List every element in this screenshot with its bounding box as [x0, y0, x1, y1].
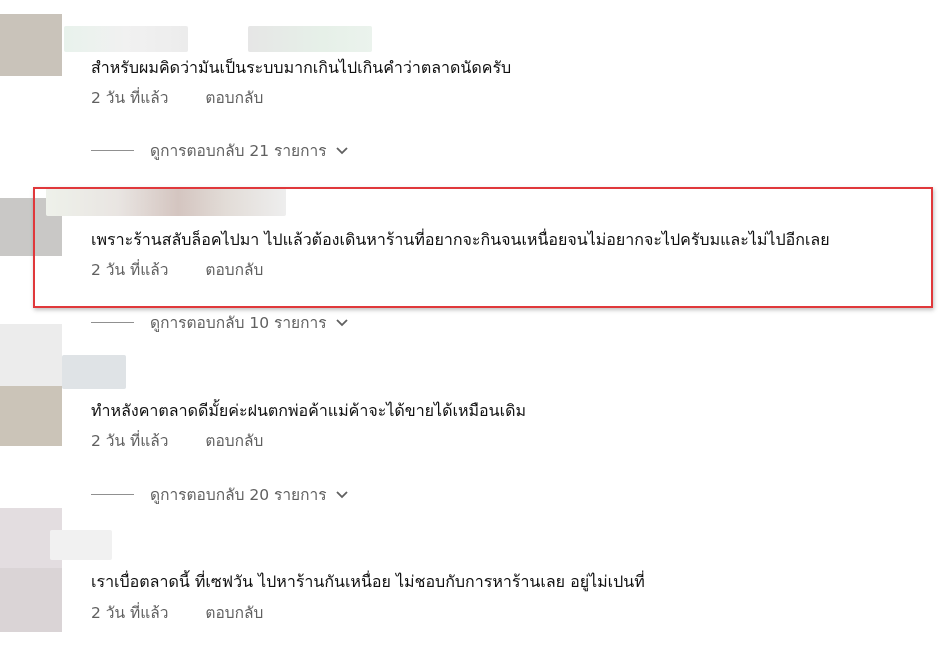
- author-name-blurred[interactable]: [64, 26, 188, 52]
- replies-divider: [91, 321, 134, 323]
- chevron-down-icon: [335, 319, 348, 327]
- view-replies-button[interactable]: ดูการตอบกลับ 10 รายการ: [91, 311, 349, 333]
- reply-button[interactable]: ตอบกลับ: [205, 88, 263, 108]
- comment-text: ทำหลังคาตลาดดีมั้ยค่ะฝนตกพ่อค้าแม่ค้าจะไ…: [91, 401, 526, 420]
- comment-meta: 2 วัน ที่แล้ว ตอบกลับ: [91, 431, 263, 451]
- view-replies-button[interactable]: ดูการตอบกลับ 20 รายการ: [91, 483, 349, 505]
- comment-time: 2 วัน ที่แล้ว: [91, 89, 169, 107]
- author-name-blurred-2: [248, 26, 372, 52]
- comment-text: เราเบื่อตลาดนี้ ที่เซฟวัน ไปหาร้านกันเหน…: [91, 572, 645, 591]
- replies-divider: [91, 149, 134, 151]
- chevron-down-icon: [335, 147, 348, 155]
- avatar[interactable]: [0, 14, 62, 76]
- avatar-lower: [0, 568, 62, 632]
- comment-text: สำหรับผมคิดว่ามันเป็นระบบมากเกินไปเกินคำ…: [91, 58, 512, 77]
- comment-meta: 2 วัน ที่แล้ว ตอบกลับ: [91, 88, 263, 108]
- reply-button[interactable]: ตอบกลับ: [205, 603, 263, 623]
- avatar-lower: [0, 386, 62, 446]
- comment-meta: 2 วัน ที่แล้ว ตอบกลับ: [91, 603, 263, 623]
- comment-time: 2 วัน ที่แล้ว: [91, 604, 169, 622]
- author-name-blurred[interactable]: [62, 355, 126, 389]
- chevron-down-icon: [335, 491, 348, 499]
- author-name-blurred[interactable]: [46, 188, 286, 216]
- reply-button[interactable]: ตอบกลับ: [205, 260, 263, 280]
- comment-time: 2 วัน ที่แล้ว: [91, 432, 169, 450]
- view-replies-label: ดูการตอบกลับ 10 รายการ: [150, 313, 327, 332]
- comments-section: สำหรับผมคิดว่ามันเป็นระบบมากเกินไปเกินคำ…: [0, 0, 948, 650]
- comment-text: เพราะร้านสลับล็อคไปมา ไปแล้วต้องเดินหาร้…: [91, 230, 830, 249]
- reply-button[interactable]: ตอบกลับ: [205, 431, 263, 451]
- replies-divider: [91, 493, 134, 495]
- author-name-blurred[interactable]: [50, 530, 112, 560]
- comment-meta: 2 วัน ที่แล้ว ตอบกลับ: [91, 260, 263, 280]
- avatar[interactable]: [0, 324, 62, 386]
- view-replies-label: ดูการตอบกลับ 21 รายการ: [150, 141, 327, 160]
- view-replies-button[interactable]: ดูการตอบกลับ 21 รายการ: [91, 139, 349, 161]
- view-replies-label: ดูการตอบกลับ 20 รายการ: [150, 485, 327, 504]
- comment-time: 2 วัน ที่แล้ว: [91, 261, 169, 279]
